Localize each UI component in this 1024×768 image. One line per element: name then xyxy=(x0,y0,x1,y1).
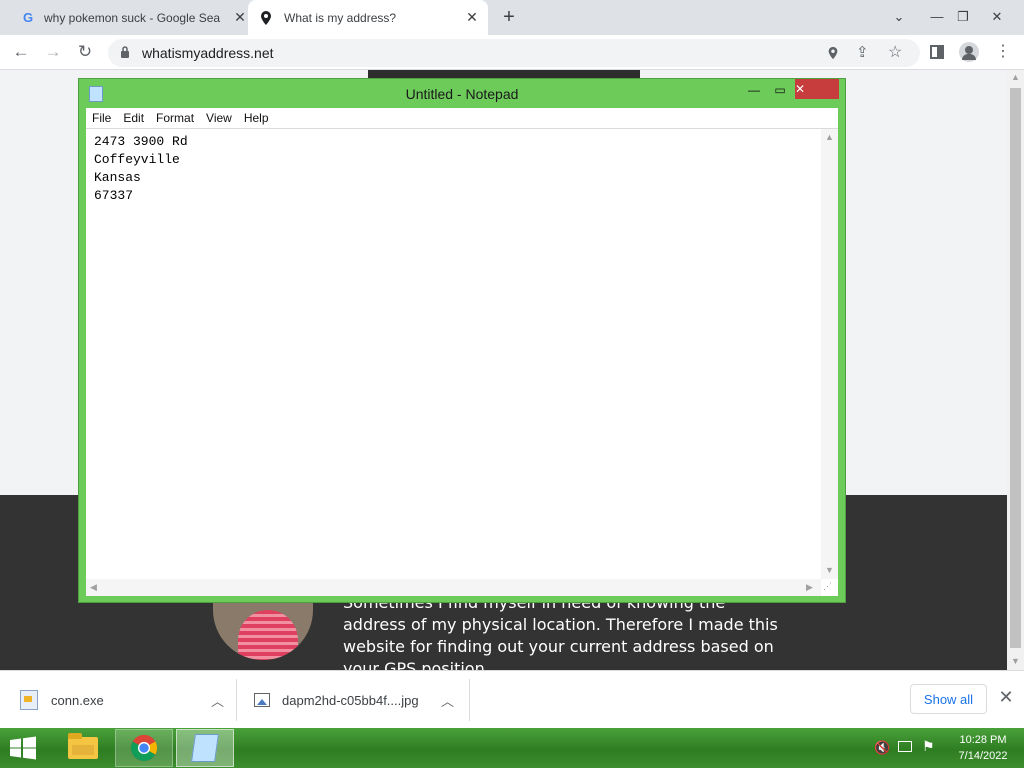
google-icon: G xyxy=(22,9,34,25)
lock-icon[interactable] xyxy=(120,45,130,59)
maximize-icon[interactable]: ▭ xyxy=(767,81,793,101)
menu-kebab-icon[interactable]: ⋮ xyxy=(990,39,1016,65)
download-item-image[interactable]: dapm2hd-c05bb4f....jpg ︿ xyxy=(254,671,454,729)
menu-help[interactable]: Help xyxy=(238,111,275,125)
side-panel-icon[interactable] xyxy=(930,45,944,59)
notepad-window: Untitled - Notepad — ▭ ✕ File Edit Forma… xyxy=(78,78,846,603)
about-text: Sometimes I find myself in need of knowi… xyxy=(343,593,778,670)
share-icon[interactable]: ⇪ xyxy=(856,43,869,61)
file-explorer-icon[interactable] xyxy=(54,729,112,767)
download-bar: conn.exe ︿ dapm2hd-c05bb4f....jpg ︿ Show… xyxy=(0,670,1024,728)
minimize-icon[interactable]: — xyxy=(741,81,767,101)
browser-toolbar: ← → ↻ whatismyaddress.net ⇪ ☆ ⋮ xyxy=(0,35,1024,70)
download-filename: dapm2hd-c05bb4f....jpg xyxy=(282,692,419,708)
page-scrollbar[interactable]: ▲ ▼ xyxy=(1007,70,1024,670)
notepad-content[interactable]: 2473 3900 Rd Coffeyville Kansas 67337 xyxy=(94,133,188,205)
notepad-vertical-scrollbar[interactable]: ▲ ▼ xyxy=(821,129,838,579)
windows-start-icon[interactable] xyxy=(8,736,38,760)
tab-what-is-my-address[interactable]: What is my address? ✕ xyxy=(248,0,488,35)
profile-avatar-icon[interactable] xyxy=(959,42,979,62)
notepad-horizontal-scrollbar[interactable]: ◀ ▶ xyxy=(86,579,821,596)
close-download-bar-icon[interactable]: ✕ xyxy=(996,687,1016,711)
address-bar[interactable]: whatismyaddress.net ⇪ ☆ xyxy=(108,39,920,67)
menu-edit[interactable]: Edit xyxy=(117,111,150,125)
network-icon[interactable] xyxy=(898,741,912,752)
tab-title: What is my address? xyxy=(284,10,397,25)
clock-time: 10:28 PM xyxy=(959,734,1007,746)
scroll-left-arrow[interactable]: ◀ xyxy=(90,582,97,593)
show-all-button[interactable]: Show all xyxy=(910,684,987,714)
action-center-flag-icon[interactable]: ⚑ xyxy=(922,738,935,755)
notepad-title: Untitled - Notepad xyxy=(405,86,519,102)
close-window-icon[interactable]: ✕ xyxy=(984,4,1010,30)
close-tab-icon[interactable]: ✕ xyxy=(464,9,480,26)
close-icon: ✕ xyxy=(795,82,806,96)
tab-google-search[interactable]: G why pokemon suck - Google Sea ✕ xyxy=(12,0,248,35)
notepad-text-area[interactable]: 2473 3900 Rd Coffeyville Kansas 67337 ▲ … xyxy=(86,129,838,596)
image-file-icon xyxy=(254,693,270,707)
clock-date: 7/14/2022 xyxy=(958,750,1008,762)
close-tab-icon[interactable]: ✕ xyxy=(232,9,248,26)
exe-file-icon xyxy=(20,690,38,710)
new-tab-button[interactable]: + xyxy=(498,6,520,28)
menu-file[interactable]: File xyxy=(86,111,117,125)
reload-icon[interactable]: ↻ xyxy=(72,39,98,65)
browser-tab-strip: G why pokemon suck - Google Sea ✕ What i… xyxy=(0,0,1024,35)
download-item-conn[interactable]: conn.exe ︿ xyxy=(20,671,230,729)
scroll-down-arrow[interactable]: ▼ xyxy=(825,565,834,575)
scroll-up-arrow[interactable]: ▲ xyxy=(825,132,834,142)
windows-taskbar: 🔇 ⚑ 10:28 PM 7/14/2022 xyxy=(0,728,1024,768)
scrollbar-thumb[interactable] xyxy=(1010,88,1021,648)
scroll-down-arrow[interactable]: ▼ xyxy=(1011,656,1020,666)
divider xyxy=(236,679,237,721)
forward-arrow-icon[interactable]: → xyxy=(40,39,66,65)
close-button[interactable]: ✕ xyxy=(795,79,839,99)
resize-grip-icon[interactable]: ⋰ xyxy=(823,581,832,592)
url-text: whatismyaddress.net xyxy=(142,45,274,61)
bookmark-star-icon[interactable]: ☆ xyxy=(888,42,902,62)
volume-muted-icon[interactable]: 🔇 xyxy=(874,740,890,756)
menu-format[interactable]: Format xyxy=(150,111,200,125)
restore-icon[interactable]: ❐ xyxy=(950,4,976,30)
chevron-down-icon[interactable]: ⌄ xyxy=(886,4,912,30)
chevron-up-icon[interactable]: ︿ xyxy=(211,691,224,710)
tab-title: why pokemon suck - Google Sea xyxy=(44,10,221,25)
scroll-right-arrow[interactable]: ▶ xyxy=(806,582,813,593)
notepad-taskbar-icon[interactable] xyxy=(176,729,234,767)
minimize-icon[interactable]: — xyxy=(924,4,950,30)
notepad-menubar: File Edit Format View Help xyxy=(86,108,838,129)
system-clock[interactable]: 10:28 PM 7/14/2022 xyxy=(948,732,1018,764)
location-pin-icon xyxy=(261,10,271,25)
back-arrow-icon[interactable]: ← xyxy=(8,39,34,65)
download-filename: conn.exe xyxy=(51,692,104,708)
scroll-up-arrow[interactable]: ▲ xyxy=(1011,72,1020,82)
menu-view[interactable]: View xyxy=(200,111,238,125)
chrome-taskbar-icon[interactable] xyxy=(115,729,173,767)
location-icon[interactable] xyxy=(826,45,840,61)
page-header-bar xyxy=(368,70,640,78)
chevron-up-icon[interactable]: ︿ xyxy=(441,691,454,710)
divider xyxy=(469,679,470,721)
